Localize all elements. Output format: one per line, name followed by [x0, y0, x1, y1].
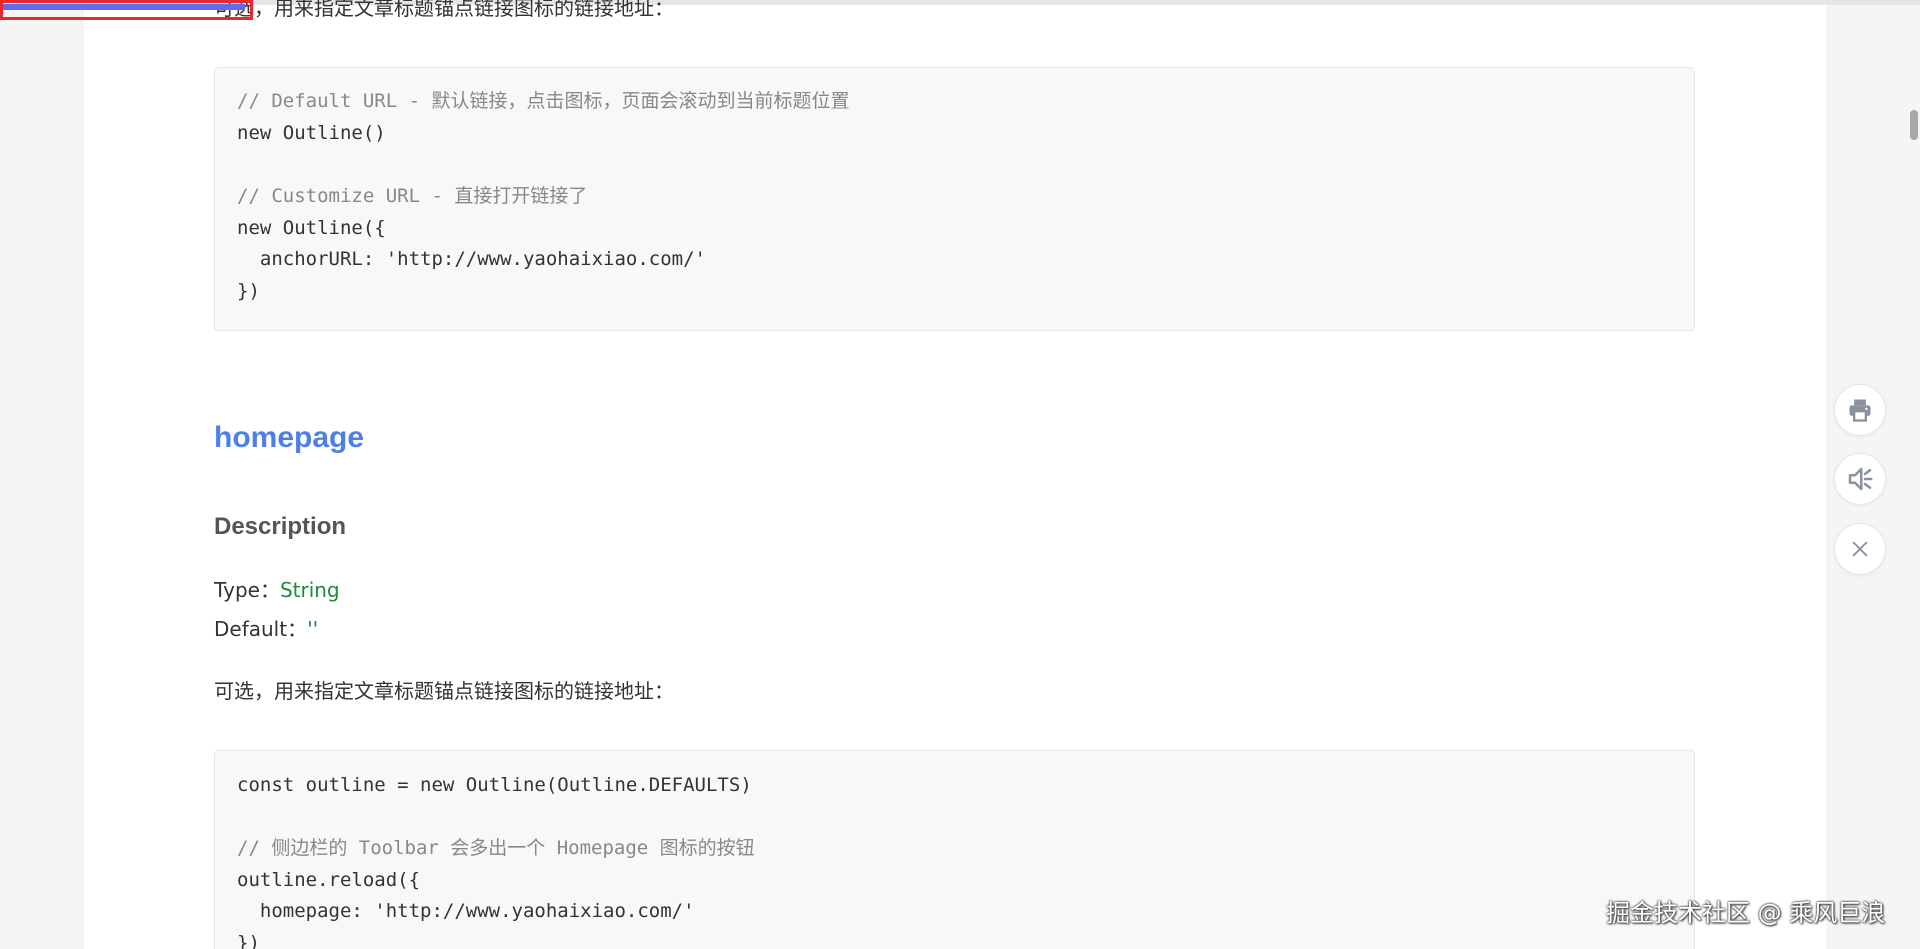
mute-button[interactable] — [1834, 453, 1886, 505]
default-value: '' — [307, 617, 319, 641]
code-line: const outline = new Outline(Outline.DEFA… — [237, 774, 752, 796]
type-label: Type： — [214, 578, 280, 602]
code-line: outline.reload({ — [237, 869, 421, 891]
type-value: String — [279, 578, 340, 602]
cut-paragraph: 可选，用来指定文章标题锚点链接图标的链接地址： — [214, 0, 674, 20]
reading-progress-highlight — [0, 0, 253, 20]
code-line: new Outline() — [237, 122, 386, 144]
close-icon — [1852, 541, 1868, 557]
close-button[interactable] — [1834, 523, 1886, 575]
type-line: Type：String — [214, 576, 340, 604]
section-heading[interactable]: homepage — [214, 418, 364, 458]
code-line: new Outline({ — [237, 217, 386, 239]
code-block: // Default URL - 默认链接，点击图标，页面会滚动到当前标题位置 … — [214, 67, 1695, 331]
default-label: Default： — [214, 617, 308, 641]
code-line: // Default URL - 默认链接，点击图标，页面会滚动到当前标题位置 — [237, 90, 850, 112]
code-line: }) — [237, 280, 260, 302]
speaker-mute-icon — [1848, 467, 1873, 491]
scrollbar-thumb[interactable] — [1910, 110, 1918, 140]
code-line: homepage: 'http://www.yaohaixiao.com/' — [237, 900, 695, 922]
code-line: }) — [237, 932, 260, 949]
code-line: anchorURL: 'http://www.yaohaixiao.com/' — [237, 248, 706, 270]
viewport: 可选，用来指定文章标题锚点链接图标的链接地址： // Default URL -… — [0, 0, 1920, 949]
description-paragraph: 可选，用来指定文章标题锚点链接图标的链接地址： — [214, 679, 674, 703]
print-icon — [1849, 399, 1871, 422]
default-line: Default：'' — [214, 615, 318, 643]
code-line: // 侧边栏的 Toolbar 会多出一个 Homepage 图标的按钮 — [237, 837, 755, 859]
print-button[interactable] — [1834, 384, 1886, 436]
description-heading: Description — [214, 513, 347, 540]
reading-progress-bar — [3, 4, 245, 10]
watermark: 掘金技术社区 @ 乘风巨浪 — [1606, 899, 1886, 927]
code-line: // Customize URL - 直接打开链接了 — [237, 185, 588, 207]
code-block: const outline = new Outline(Outline.DEFA… — [214, 750, 1695, 949]
